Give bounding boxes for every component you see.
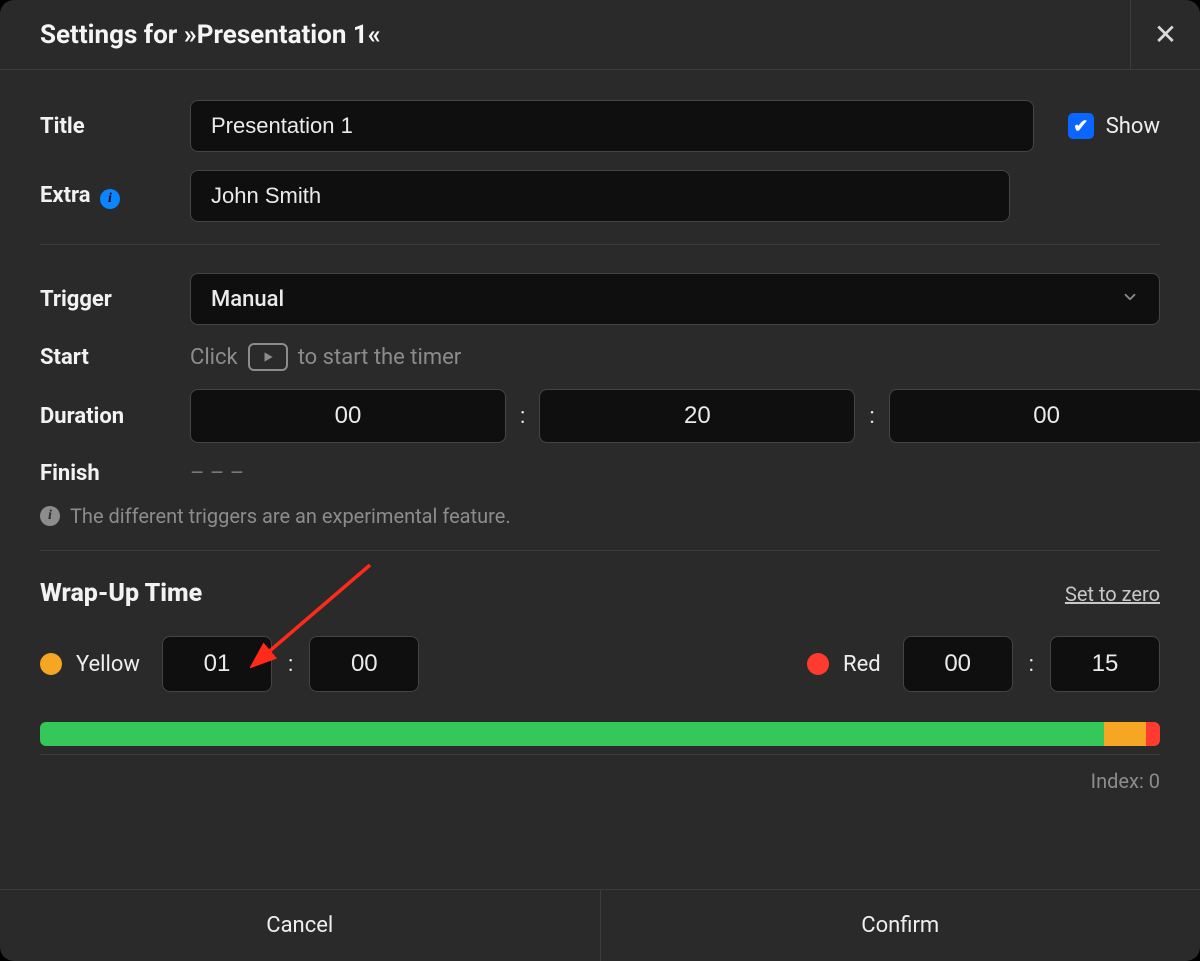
yellow-wrap-group: Yellow : [40, 636, 419, 692]
dialog-title: Settings for »Presentation 1« [0, 20, 381, 50]
finish-value: – – – [190, 461, 244, 486]
show-checkbox[interactable]: ✔ [1068, 113, 1094, 139]
wrap-up-timeline-bar [40, 722, 1160, 746]
colon-separator: : [518, 404, 527, 429]
separator [40, 244, 1160, 245]
red-wrap-group: Red : [807, 636, 1160, 692]
extra-label: Extra i [40, 183, 190, 209]
yellow-minutes-input[interactable] [162, 636, 272, 692]
bar-green-segment [40, 722, 1104, 746]
trigger-label: Trigger [40, 287, 190, 312]
trigger-value: Manual [211, 287, 284, 312]
chevron-down-icon [1121, 288, 1139, 311]
red-dot-icon [807, 653, 829, 675]
yellow-label: Yellow [76, 652, 140, 677]
info-icon: i [40, 506, 60, 526]
separator [40, 550, 1160, 551]
wrap-up-heading: Wrap-Up Time [40, 579, 202, 608]
start-hint-post: to start the timer [298, 345, 462, 370]
check-icon: ✔ [1073, 116, 1088, 137]
colon-separator: : [1027, 652, 1036, 677]
duration-minutes-input[interactable] [539, 389, 855, 443]
start-hint-pre: Click [190, 345, 238, 370]
red-seconds-input[interactable] [1050, 636, 1160, 692]
title-label: Title [40, 114, 190, 139]
close-icon: ✕ [1154, 18, 1177, 51]
play-icon [248, 343, 288, 371]
red-label: Red [843, 652, 881, 677]
extra-label-text: Extra [40, 183, 91, 208]
trigger-select[interactable]: Manual [190, 273, 1160, 325]
index-label: Index: 0 [40, 754, 1160, 793]
set-to-zero-link[interactable]: Set to zero [1065, 582, 1160, 606]
start-hint: Click to start the timer [190, 343, 461, 371]
extra-input[interactable] [190, 170, 1010, 222]
duration-label: Duration [40, 404, 190, 429]
red-minutes-input[interactable] [903, 636, 1013, 692]
show-label: Show [1106, 114, 1160, 139]
start-label: Start [40, 345, 190, 370]
info-icon[interactable]: i [100, 189, 120, 209]
confirm-button[interactable]: Confirm [600, 890, 1200, 961]
colon-separator: : [867, 404, 876, 429]
duration-hours-input[interactable] [190, 389, 506, 443]
colon-separator: : [286, 652, 295, 677]
yellow-dot-icon [40, 653, 62, 675]
duration-seconds-input[interactable] [889, 389, 1200, 443]
yellow-seconds-input[interactable] [309, 636, 419, 692]
title-input[interactable] [190, 100, 1034, 152]
bar-red-segment [1146, 722, 1160, 746]
note-text: The different triggers are an experiment… [70, 504, 511, 528]
finish-label: Finish [40, 461, 190, 486]
trigger-note: i The different triggers are an experime… [40, 504, 1160, 528]
close-button[interactable]: ✕ [1130, 0, 1200, 70]
cancel-button[interactable]: Cancel [0, 890, 600, 961]
bar-yellow-segment [1104, 722, 1146, 746]
